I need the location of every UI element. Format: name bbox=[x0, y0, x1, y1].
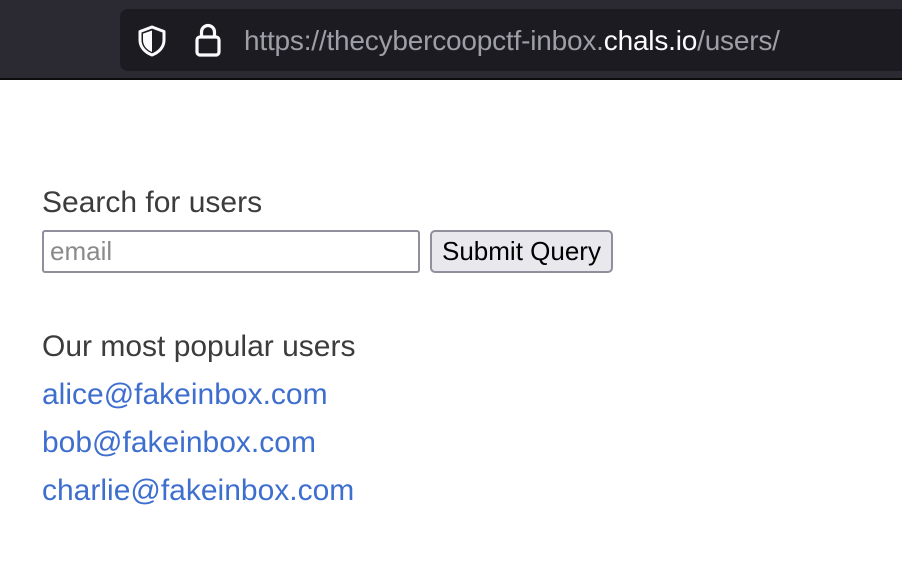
url-domain: chals.io bbox=[603, 25, 698, 56]
url-text[interactable]: https://thecybercoopctf-inbox.chals.io/u… bbox=[244, 24, 780, 58]
lock-icon[interactable] bbox=[194, 22, 222, 58]
browser-toolbar: https://thecybercoopctf-inbox.chals.io/u… bbox=[0, 0, 902, 80]
list-item: charlie@fakeinbox.com bbox=[42, 472, 902, 520]
popular-users-heading: Our most popular users bbox=[42, 330, 356, 363]
search-label: Search for users bbox=[42, 186, 263, 219]
list-item: bob@fakeinbox.com bbox=[42, 424, 902, 472]
user-link-alice[interactable]: alice@fakeinbox.com bbox=[42, 378, 328, 411]
list-item: alice@fakeinbox.com bbox=[42, 376, 902, 424]
url-prefix: https://thecybercoopctf-inbox. bbox=[244, 25, 604, 56]
submit-query-button[interactable]: Submit Query bbox=[430, 229, 613, 273]
search-form: Submit Query bbox=[42, 229, 902, 273]
user-link-charlie[interactable]: charlie@fakeinbox.com bbox=[42, 474, 354, 507]
popular-users-list: alice@fakeinbox.com bob@fakeinbox.com ch… bbox=[42, 376, 902, 520]
user-link-bob[interactable]: bob@fakeinbox.com bbox=[42, 426, 316, 459]
url-path: /users/ bbox=[697, 25, 780, 56]
shield-icon[interactable] bbox=[137, 25, 167, 57]
page-content: Search for users Submit Query Our most p… bbox=[42, 184, 902, 520]
email-input[interactable] bbox=[42, 229, 420, 273]
